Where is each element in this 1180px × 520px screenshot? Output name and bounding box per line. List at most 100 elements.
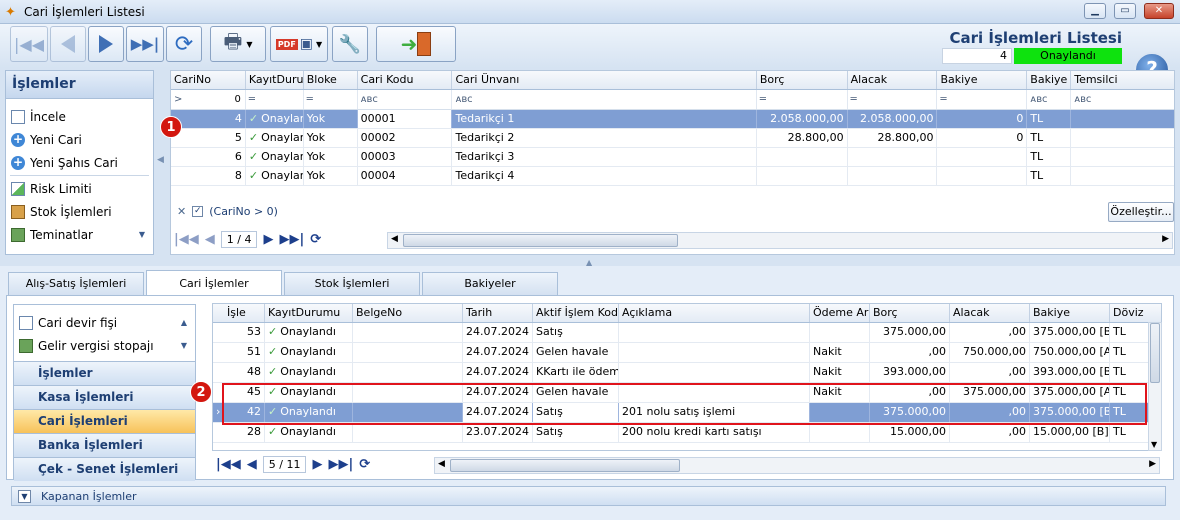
filter-enabled-checkbox[interactable]: ✓ <box>192 206 204 217</box>
refresh-button[interactable]: ⟳ <box>166 26 202 62</box>
table-row[interactable]: 53 ✓ Onaylandı 24.07.2024 1 Satış 375.000,00,… <box>213 323 1161 343</box>
table-row[interactable]: 6 ✓ Onaylar Yok 00003 Tedarikçi 3 TL <box>171 148 1174 167</box>
col-aktif-islem-kodu[interactable]: Aktif İşlem Kodu <box>533 304 619 322</box>
col-borc[interactable]: Borç <box>757 71 848 89</box>
table-row[interactable]: 8 ✓ Onaylar Yok 00004 Tedarikçi 4 TL <box>171 167 1174 186</box>
nav-item-cari-devir[interactable]: Cari devir fişi ▲ <box>14 311 195 334</box>
filter-equals-icon[interactable]: ═ <box>937 90 1028 109</box>
scroll-left-icon[interactable]: ◀ <box>391 234 398 244</box>
scroll-down-icon[interactable]: ▼ <box>1151 440 1157 449</box>
next-page-icon[interactable]: ▶ <box>263 232 273 247</box>
col-cari-unvani[interactable]: Cari Ünvanı <box>452 71 757 89</box>
first-page-icon[interactable]: |◀◀ <box>174 232 199 247</box>
tab-alis-satis[interactable]: Alış-Satış İşlemleri <box>8 272 144 295</box>
filter-row[interactable]: >0 ═ ═ ᴀʙᴄ ᴀʙᴄ ═ ═ ═ ᴀʙᴄ ᴀʙᴄ <box>171 90 1174 110</box>
col-bloke[interactable]: Bloke <box>304 71 358 89</box>
nav-item-gelir-vergisi[interactable]: Gelir vergisi stopajı ▼ <box>14 334 195 357</box>
group-cari-islemleri[interactable]: Cari İşlemleri <box>14 409 195 433</box>
filter-equals-icon[interactable]: ═ <box>848 90 938 109</box>
col-cari-kodu[interactable]: Cari Kodu <box>358 71 453 89</box>
col-borc[interactable]: Borç <box>870 304 950 322</box>
tab-stok-islemleri[interactable]: Stok İşlemleri <box>284 272 420 295</box>
first-record-button[interactable]: |◀◀ <box>10 26 48 62</box>
tab-cari-islemler[interactable]: Cari İşlemler <box>146 270 282 296</box>
minimize-button[interactable]: ▁ <box>1084 3 1106 19</box>
filter-text[interactable]: (CariNo > 0) <box>209 205 278 218</box>
previous-page-icon[interactable]: ◀ <box>247 457 257 472</box>
group-islemler[interactable]: İşlemler <box>14 361 195 385</box>
filter-text-icon[interactable]: ᴀʙᴄ <box>358 90 453 109</box>
filter-text-icon[interactable]: ᴀʙᴄ <box>1071 90 1174 109</box>
refresh-icon[interactable]: ⟳ <box>310 232 321 247</box>
table-row[interactable]: 28 ✓ Onaylandı 23.07.2024 1 Satış 200 nolu kr… <box>213 423 1161 443</box>
scroll-left-icon[interactable]: ◀ <box>438 459 445 469</box>
filter-equals-icon[interactable]: ═ <box>304 90 358 109</box>
col-kayit-durumu[interactable]: KayıtDurumu <box>246 71 304 89</box>
col-bakiye-d[interactable]: Bakiye D <box>1027 71 1072 89</box>
vscroll-thumb[interactable] <box>1150 323 1160 383</box>
tab-bakiyeler[interactable]: Bakiyeler <box>422 272 558 295</box>
next-page-icon[interactable]: ▶ <box>312 457 322 472</box>
collapse-handle-icon[interactable]: ◀ <box>157 155 164 165</box>
scroll-up-icon[interactable]: ▲ <box>181 318 187 327</box>
col-isle[interactable]: İşle <box>213 304 265 322</box>
col-temsilci[interactable]: Temsilci <box>1071 71 1174 89</box>
scroll-down-icon[interactable]: ▼ <box>139 230 145 239</box>
group-cek-senet-islemleri[interactable]: Çek - Senet İşlemleri <box>14 457 195 481</box>
scroll-right-icon[interactable]: ▶ <box>1149 459 1156 469</box>
col-alacak[interactable]: Alacak <box>848 71 938 89</box>
filter-text-icon[interactable]: ᴀʙᴄ <box>452 90 757 109</box>
customize-button[interactable]: Özelleştir... <box>1108 202 1174 222</box>
nav-item-yeni-sahis-cari[interactable]: + Yeni Şahıs Cari <box>6 151 153 174</box>
scroll-down-icon[interactable]: ▼ <box>181 341 187 350</box>
scroll-thumb[interactable] <box>403 234 678 247</box>
clear-filter-icon[interactable]: ✕ <box>177 205 186 218</box>
table-row[interactable]: 51 ✓ Onaylandı 24.07.2024 1 Gelen havale Naki… <box>213 343 1161 363</box>
scroll-right-icon[interactable]: ▶ <box>1162 234 1169 244</box>
previous-record-button[interactable] <box>50 26 86 62</box>
previous-page-icon[interactable]: ◀ <box>205 232 215 247</box>
col-aciklama[interactable]: Açıklama <box>619 304 810 322</box>
top-pager: |◀◀ ◀ 1 / 4 ▶ ▶▶| ⟳ <box>174 231 321 248</box>
vertical-scrollbar[interactable]: ▼ <box>1148 322 1162 451</box>
table-row[interactable]: 4 ✓ Onaylar Yok 00001 Tedarikçi 1 2.058.0… <box>171 110 1174 129</box>
col-alacak[interactable]: Alacak <box>950 304 1030 322</box>
nav-item-teminatlar[interactable]: Teminatlar ▼ <box>6 223 153 246</box>
col-doviz[interactable]: Döviz <box>1110 304 1148 322</box>
close-button[interactable]: ✕ <box>1144 3 1174 19</box>
next-record-button[interactable] <box>88 26 124 62</box>
first-page-icon[interactable]: |◀◀ <box>216 457 241 472</box>
scroll-thumb[interactable] <box>450 459 680 472</box>
col-odeme[interactable]: Ödeme Ara <box>810 304 870 322</box>
filter-text-icon[interactable]: ᴀʙᴄ <box>1027 90 1072 109</box>
col-bakiye[interactable]: Bakiye <box>1030 304 1110 322</box>
settings-button[interactable]: 🔧 <box>332 26 368 62</box>
expand-icon[interactable]: ▼ <box>18 489 31 503</box>
last-page-icon[interactable]: ▶▶| <box>328 457 353 472</box>
col-cari-no[interactable]: CariNo <box>171 71 246 89</box>
nav-item-incele[interactable]: İncele <box>6 105 153 128</box>
closed-operations-bar[interactable]: ▼ Kapanan İşlemler <box>11 486 1166 506</box>
group-kasa-islemleri[interactable]: Kasa İşlemleri <box>14 385 195 409</box>
nav-item-risk-limiti[interactable]: Risk Limiti <box>6 177 153 200</box>
nav-item-stok-islemleri[interactable]: Stok İşlemleri <box>6 200 153 223</box>
last-page-icon[interactable]: ▶▶| <box>279 232 304 247</box>
filter-equals-icon[interactable]: ═ <box>246 90 304 109</box>
filter-equals-icon[interactable]: ═ <box>757 90 848 109</box>
col-belge-no[interactable]: BelgeNo <box>353 304 463 322</box>
export-pdf-button[interactable]: PDF ▣ ▼ <box>270 26 328 62</box>
last-record-button[interactable]: ▶▶| <box>126 26 164 62</box>
exit-button[interactable]: ➜ <box>376 26 456 62</box>
nav-item-yeni-cari[interactable]: + Yeni Cari <box>6 128 153 151</box>
print-button[interactable]: 🖶 ▼ <box>210 26 266 62</box>
col-bakiye[interactable]: Bakiye <box>937 71 1028 89</box>
table-row[interactable]: 48 ✓ Onaylandı 24.07.2024 1 KKartı ile ödeme… <box>213 363 1161 383</box>
refresh-icon[interactable]: ⟳ <box>359 457 370 472</box>
group-banka-islemleri[interactable]: Banka İşlemleri <box>14 433 195 457</box>
maximize-button[interactable]: ▭ <box>1114 3 1136 19</box>
horizontal-scrollbar[interactable]: ◀ ▶ <box>387 232 1173 249</box>
table-row[interactable]: 5 ✓ Onaylar Yok 00002 Tedarikçi 2 28.800,… <box>171 129 1174 148</box>
col-kayit-durumu[interactable]: KayıtDurumu <box>265 304 353 322</box>
lower-horizontal-scrollbar[interactable]: ◀ ▶ <box>434 457 1160 474</box>
col-tarih[interactable]: Tarih <box>463 304 533 322</box>
